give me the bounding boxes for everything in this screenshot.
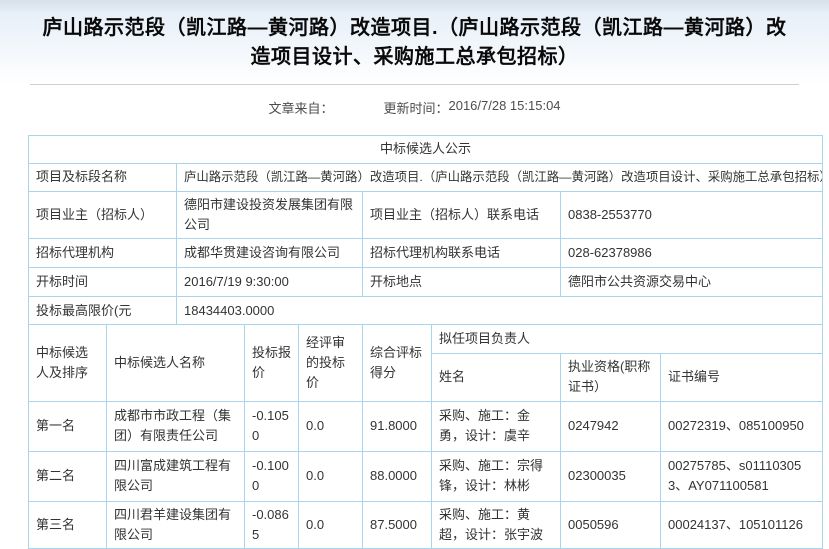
info-label-owner: 项目业主（招标人） — [29, 192, 177, 239]
cell-qualification: 02300035 — [561, 451, 661, 501]
cell-company-name: 四川富成建筑工程有限公司 — [107, 451, 245, 501]
info-label-open-place: 开标地点 — [363, 268, 561, 297]
cell-evaluated-price: 0.0 — [299, 401, 363, 451]
table-row: 招标代理机构 成都华贯建设咨询有限公司 招标代理机构联系电话 028-62378… — [29, 239, 823, 268]
table-title: 中标候选人公示 — [29, 136, 823, 164]
info-value-agency: 成都华贯建设咨询有限公司 — [177, 239, 363, 268]
cell-manager: 采购、施工：宗得锋，设计：林彬 — [432, 451, 561, 501]
cell-manager: 采购、施工：金勇，设计：虞辛 — [432, 401, 561, 451]
table-header-row: 中标候选人及排序 中标候选人名称 投标报价 经评审的投标价 综合评标得分 拟任项… — [29, 325, 823, 354]
cell-qualification: 0050596 — [561, 501, 661, 548]
cell-rank: 第一名 — [29, 401, 107, 451]
info-label-agency-phone: 招标代理机构联系电话 — [363, 239, 561, 268]
col-header-cert-no: 证书编号 — [661, 354, 823, 401]
info-value-owner-phone: 0838-2553770 — [561, 192, 823, 239]
cell-cert-no: 00275785、s011103053、AY071100581 — [661, 451, 823, 501]
cell-company-name: 成都市市政工程（集团）有限责任公司 — [107, 401, 245, 451]
cell-score: 91.8000 — [363, 401, 432, 451]
cell-rank: 第三名 — [29, 501, 107, 548]
table-row: 开标时间 2016/7/19 9:30:00 开标地点 德阳市公共资源交易中心 — [29, 268, 823, 297]
page-header: 庐山路示范段（凯江路—黄河路）改造项目.（庐山路示范段（凯江路—黄河路）改造项目… — [0, 0, 829, 85]
page-title: 庐山路示范段（凯江路—黄河路）改造项目.（庐山路示范段（凯江路—黄河路）改造项目… — [0, 0, 829, 72]
table-row: 项目及标段名称 庐山路示范段（凯江路—黄河路）改造项目.（庐山路示范段（凯江路—… — [29, 164, 823, 192]
cell-bid-price: -0.1000 — [245, 451, 299, 501]
info-label-owner-phone: 项目业主（招标人）联系电话 — [363, 192, 561, 239]
cell-rank: 第二名 — [29, 451, 107, 501]
cell-score: 87.5000 — [363, 501, 432, 548]
info-label-price-cap: 投标最高限价(元 — [29, 297, 177, 325]
cell-company-name: 四川君羊建设集团有限公司 — [107, 501, 245, 548]
table-row: 投标最高限价(元 18434403.0000 — [29, 297, 823, 325]
bid-announcement-table: 中标候选人公示 项目及标段名称 庐山路示范段（凯江路—黄河路）改造项目.（庐山路… — [28, 135, 823, 549]
table-row: 项目业主（招标人） 德阳市建设投资发展集团有限公司 项目业主（招标人）联系电话 … — [29, 192, 823, 239]
candidate-row: 第一名 成都市市政工程（集团）有限责任公司 -0.1050 0.0 91.800… — [29, 401, 823, 451]
info-value-price-cap: 18434403.0000 — [177, 297, 823, 325]
cell-evaluated-price: 0.0 — [299, 501, 363, 548]
cell-bid-price: -0.1050 — [245, 401, 299, 451]
info-label-open-time: 开标时间 — [29, 268, 177, 297]
article-meta: 文章来自： 更新时间： 2016/7/28 15:15:04 — [0, 85, 829, 135]
article-updated-label: 更新时间： — [383, 98, 448, 117]
info-value-open-time: 2016/7/19 9:30:00 — [177, 268, 363, 297]
cell-qualification: 0247942 — [561, 401, 661, 451]
header-divider — [30, 84, 799, 85]
col-header-name: 中标候选人名称 — [107, 325, 245, 401]
col-header-score: 综合评标得分 — [363, 325, 432, 401]
cell-score: 88.0000 — [363, 451, 432, 501]
table-row: 中标候选人公示 — [29, 136, 823, 164]
cell-manager: 采购、施工：黄超，设计：张宇波 — [432, 501, 561, 548]
col-header-rank: 中标候选人及排序 — [29, 325, 107, 401]
cell-evaluated-price: 0.0 — [299, 451, 363, 501]
cell-cert-no: 00272319、085100950 — [661, 401, 823, 451]
info-value-open-place: 德阳市公共资源交易中心 — [561, 268, 823, 297]
candidate-row: 第三名 四川君羊建设集团有限公司 -0.0865 0.0 87.5000 采购、… — [29, 501, 823, 548]
cell-bid-price: -0.0865 — [245, 501, 299, 548]
col-header-qualification: 执业资格(职称证书） — [561, 354, 661, 401]
info-label-project-name: 项目及标段名称 — [29, 164, 177, 192]
col-header-bid-price: 投标报价 — [245, 325, 299, 401]
cell-cert-no: 00024137、105101126 — [661, 501, 823, 548]
info-value-agency-phone: 028-62378986 — [561, 239, 823, 268]
article-updated-value: 2016/7/28 15:15:04 — [448, 98, 560, 113]
info-value-owner: 德阳市建设投资发展集团有限公司 — [177, 192, 363, 239]
col-header-manager-name: 姓名 — [432, 354, 561, 401]
candidate-row: 第二名 四川富成建筑工程有限公司 -0.1000 0.0 88.0000 采购、… — [29, 451, 823, 501]
col-header-evaluated-price: 经评审的投标价 — [299, 325, 363, 401]
article-source-label: 文章来自： — [268, 98, 333, 117]
info-label-agency: 招标代理机构 — [29, 239, 177, 268]
col-header-manager-group: 拟任项目负责人 — [432, 325, 823, 354]
info-value-project-name: 庐山路示范段（凯江路—黄河路）改造项目.（庐山路示范段（凯江路—黄河路）改造项目… — [177, 164, 823, 192]
